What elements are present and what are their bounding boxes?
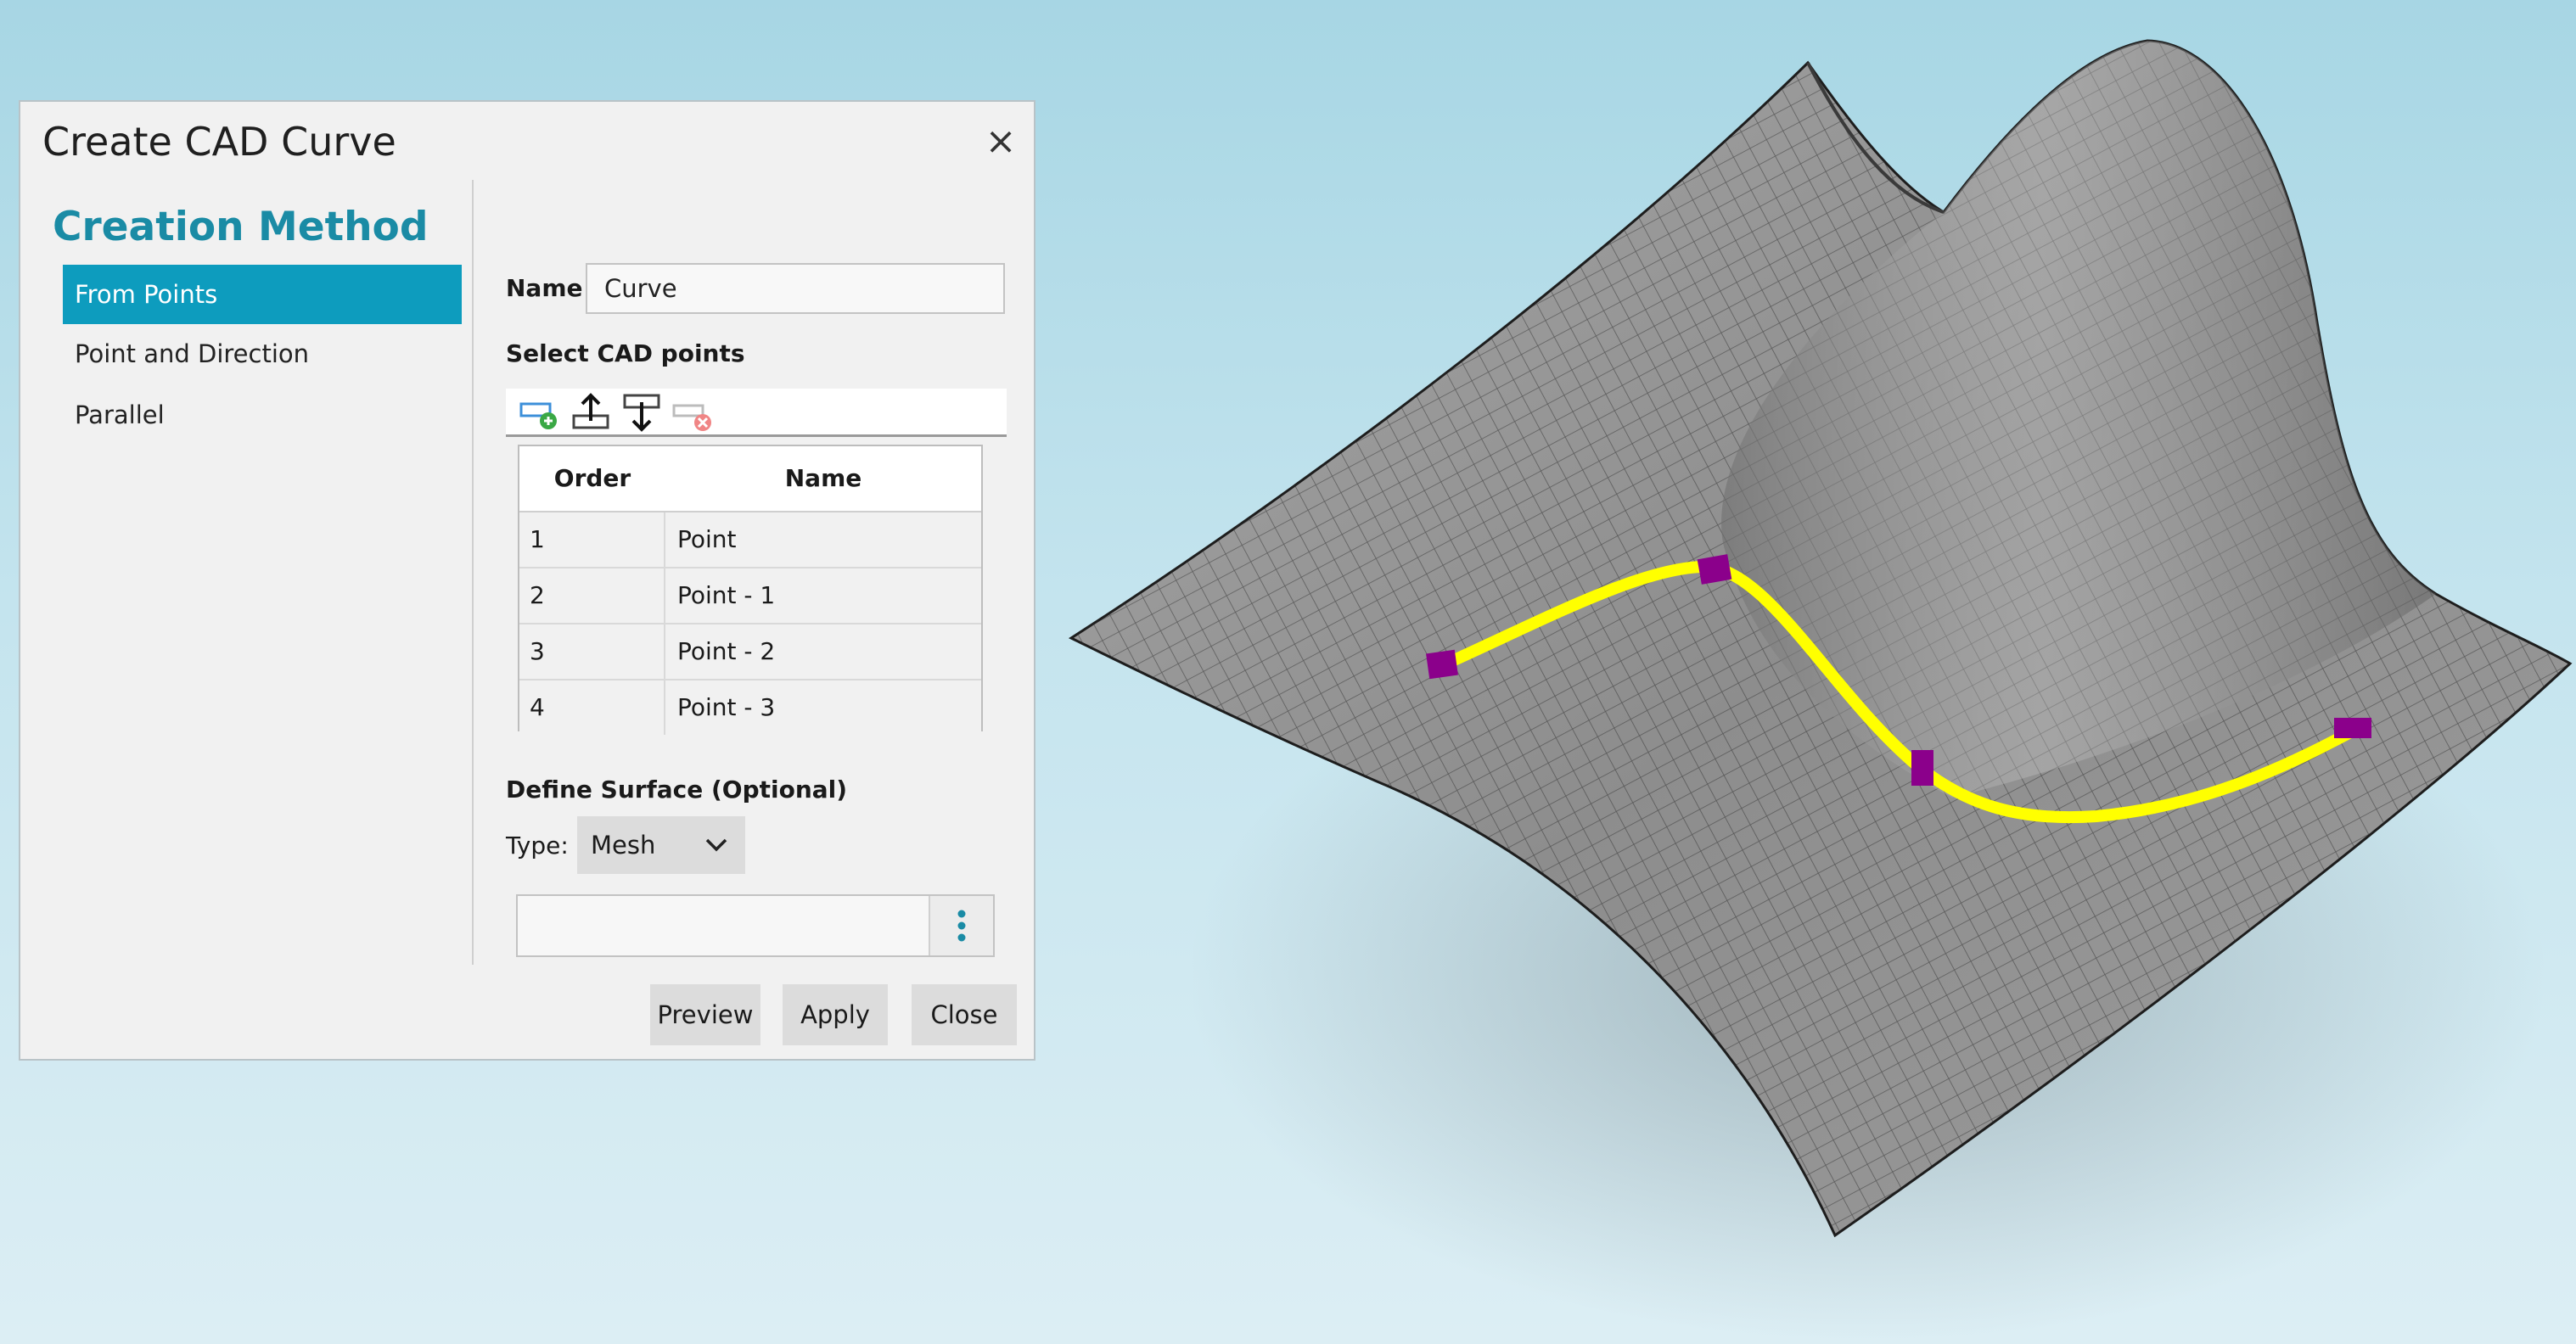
method-point-and-direction[interactable]: Point and Direction <box>63 324 462 384</box>
name-label: Name <box>506 274 583 302</box>
more-options-button[interactable] <box>929 896 993 955</box>
type-label: Type: <box>506 832 569 860</box>
surface-selection-field[interactable] <box>516 894 995 957</box>
panel-divider <box>472 180 474 965</box>
table-header: Order Name <box>519 446 981 512</box>
control-point-4[interactable] <box>2334 718 2371 738</box>
apply-button[interactable]: Apply <box>783 984 888 1045</box>
table-row[interactable]: 2 Point - 1 <box>519 568 981 624</box>
points-table: Order Name 1 Point 2 Point - 1 3 Point -… <box>518 445 983 735</box>
table-row[interactable]: 1 Point <box>519 512 981 568</box>
move-down-icon[interactable] <box>620 390 664 434</box>
column-header-order[interactable]: Order <box>519 446 665 511</box>
chevron-down-icon <box>705 838 727 852</box>
preview-button[interactable]: Preview <box>650 984 760 1045</box>
method-from-points[interactable]: From Points <box>63 265 462 324</box>
type-select-value: Mesh <box>591 831 656 860</box>
table-row[interactable]: 3 Point - 2 <box>519 624 981 680</box>
dialog-title: Create CAD Curve <box>42 119 396 165</box>
control-point-2[interactable] <box>1697 554 1732 585</box>
control-point-1[interactable] <box>1426 649 1458 680</box>
move-up-icon[interactable] <box>569 390 613 434</box>
row-name: Point - 2 <box>677 637 776 665</box>
select-cad-points-label: Select CAD points <box>506 339 745 367</box>
row-order: 2 <box>519 568 665 623</box>
close-icon[interactable]: × <box>979 120 1022 163</box>
remove-point-icon[interactable] <box>671 390 715 434</box>
add-point-icon[interactable] <box>518 390 562 434</box>
vertical-ellipsis-icon <box>957 910 966 942</box>
row-order: 4 <box>519 680 665 735</box>
method-parallel[interactable]: Parallel <box>63 385 462 445</box>
close-button[interactable]: Close <box>912 984 1017 1045</box>
define-surface-label: Define Surface (Optional) <box>506 776 848 804</box>
type-select[interactable]: Mesh <box>577 816 745 874</box>
column-header-name[interactable]: Name <box>665 446 981 511</box>
row-order: 1 <box>519 512 665 567</box>
control-point-3[interactable] <box>1911 750 1933 786</box>
creation-method-heading: Creation Method <box>53 204 429 250</box>
name-input[interactable]: Curve <box>586 263 1005 314</box>
row-name: Point - 3 <box>677 693 776 721</box>
points-toolbar <box>506 389 1007 437</box>
create-cad-curve-dialog: Create CAD Curve × Creation Method From … <box>19 100 1035 1061</box>
row-order: 3 <box>519 624 665 679</box>
row-name: Point <box>677 525 737 553</box>
table-row[interactable]: 4 Point - 3 <box>519 680 981 735</box>
row-name: Point - 1 <box>677 581 776 609</box>
